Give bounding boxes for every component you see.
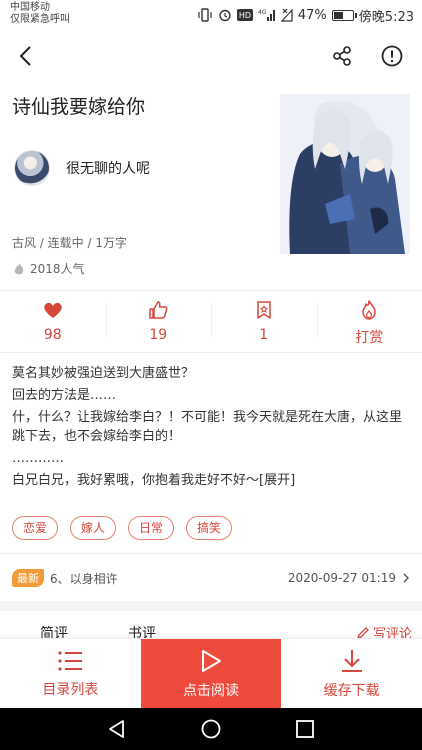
download-icon xyxy=(341,649,362,672)
thumbs-up-icon xyxy=(149,301,168,319)
tip-stat[interactable]: 打赏 xyxy=(316,291,422,351)
tip-label: 打赏 xyxy=(355,330,384,346)
section-gap xyxy=(0,601,422,611)
list-icon xyxy=(58,650,83,671)
vibrate-icon xyxy=(198,8,212,22)
svg-text:HD: HD xyxy=(239,11,251,20)
read-button[interactable]: 点击阅读 xyxy=(140,639,282,708)
no-signal-icon xyxy=(280,8,293,22)
latest-badge: 最新 xyxy=(12,569,44,587)
bookmark-stat[interactable]: 1 xyxy=(211,291,317,351)
bottom-action-bar: 目录列表 点击阅读 缓存下载 xyxy=(0,638,422,708)
latest-chapter-date: 2020-09-27 01:19 xyxy=(287,571,396,585)
flame-icon xyxy=(362,300,376,320)
popularity-label: 2018人气 xyxy=(30,262,85,276)
play-icon xyxy=(202,649,221,672)
read-label: 点击阅读 xyxy=(183,682,239,699)
flame-icon xyxy=(14,262,24,274)
tag[interactable]: 搞笑 xyxy=(186,516,233,540)
author-row[interactable]: 很无聊的人呢 xyxy=(14,150,150,186)
battery-icon xyxy=(331,9,357,21)
intro-line: ………… xyxy=(12,451,64,466)
latest-chapter-row[interactable]: 最新 6、以身相许 2020-09-27 01:19 xyxy=(0,562,422,594)
battery-percent: 47% xyxy=(297,7,327,23)
nav-recents-icon[interactable] xyxy=(294,718,316,740)
author-avatar[interactable] xyxy=(14,150,50,186)
nav-back-icon[interactable] xyxy=(106,718,128,740)
hd-icon: HD xyxy=(236,9,253,21)
stats-row: 98 19 1 打赏 xyxy=(0,291,422,351)
tag-list: 恋爱 嫁人 日常 搞笑 xyxy=(12,516,233,540)
catalog-button[interactable]: 目录列表 xyxy=(0,639,141,708)
svg-text:4G: 4G xyxy=(258,9,267,16)
download-button[interactable]: 缓存下载 xyxy=(281,639,422,708)
cover-illustration xyxy=(280,94,410,254)
divider xyxy=(0,553,422,554)
upvote-stat[interactable]: 19 xyxy=(105,291,212,351)
emergency-calls-text: 仅限紧急呼叫 xyxy=(10,14,70,25)
book-title: 诗仙我要嫁给你 xyxy=(12,96,146,118)
book-cover[interactable] xyxy=(280,94,410,254)
intro-line: 什，什么？让我嫁给李白？！不可能！我今天就是死在大唐，从这里跳下去，也不会嫁给李… xyxy=(12,410,403,444)
bookmark-icon xyxy=(257,301,271,319)
expand-link[interactable]: [展开] xyxy=(259,473,295,488)
tag[interactable]: 嫁人 xyxy=(70,516,117,540)
latest-chapter-title: 6、以身相许 xyxy=(50,571,118,586)
status-icons: HD 4G 47% 傍晚5:23 xyxy=(197,5,414,25)
catalog-label: 目录列表 xyxy=(42,681,99,698)
like-stat[interactable]: 98 xyxy=(0,291,106,351)
carrier-name: 中国移动 xyxy=(10,2,50,13)
report-icon[interactable] xyxy=(378,42,406,70)
popularity: 2018人气 xyxy=(12,260,85,277)
alarm-icon xyxy=(219,9,231,22)
tag[interactable]: 日常 xyxy=(128,516,175,540)
nav-home-icon[interactable] xyxy=(200,718,222,740)
heart-icon xyxy=(44,302,62,318)
back-arrow-icon[interactable] xyxy=(12,42,40,70)
download-label: 缓存下载 xyxy=(323,682,380,699)
book-meta: 古风 / 连载中 / 1万字 xyxy=(12,236,127,250)
upvote-count: 19 xyxy=(149,327,168,343)
review-tabs: 简评 书评 写评论 xyxy=(0,611,422,641)
share-icon[interactable] xyxy=(328,42,356,70)
tag[interactable]: 恋爱 xyxy=(12,516,59,540)
status-bar: 中国移动 仅限紧急呼叫 HD 4G 47% 傍晚5:23 xyxy=(0,0,422,30)
author-name[interactable]: 很无聊的人呢 xyxy=(66,158,150,178)
bookmark-count: 1 xyxy=(259,327,269,343)
clock: 傍晚5:23 xyxy=(358,9,414,25)
chevron-right-icon xyxy=(403,573,409,583)
intro-line: 白兄白兄，我好累哦，你抱着我走好不好～ xyxy=(12,473,260,488)
divider xyxy=(0,352,422,353)
carrier-info: 中国移动 仅限紧急呼叫 xyxy=(10,2,70,26)
system-nav-bar xyxy=(0,708,422,750)
top-bar xyxy=(0,30,422,80)
like-count: 98 xyxy=(43,327,62,343)
intro-line-last: 白兄白兄，我好累哦，你抱着我走好不好～[展开] xyxy=(12,471,412,490)
intro-line: 莫名其妙被强迫送到大唐盛世？ xyxy=(12,366,195,381)
intro-line: 回去的方法是…… xyxy=(12,388,117,403)
book-intro: 莫名其妙被强迫送到大唐盛世？ 回去的方法是…… 什，什么？让我嫁给李白？！不可能… xyxy=(12,364,412,493)
signal-4g-icon: 4G xyxy=(258,9,275,21)
